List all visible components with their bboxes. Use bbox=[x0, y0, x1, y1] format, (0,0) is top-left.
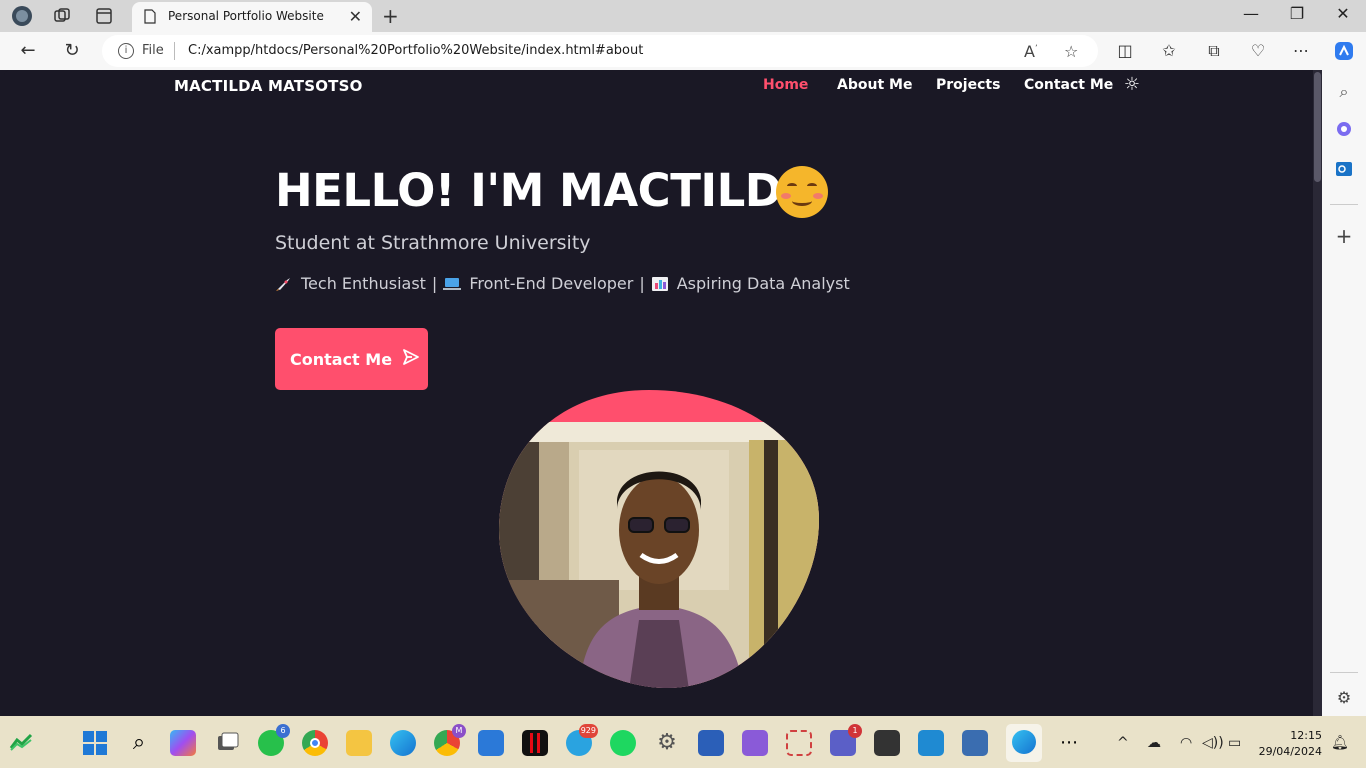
telegram-badge: 929 bbox=[578, 724, 598, 738]
clock-time[interactable]: 12:15 bbox=[1258, 729, 1322, 742]
notification-bell-icon[interactable]: 🔔︎ bbox=[1331, 735, 1349, 751]
nav-about[interactable]: About Me bbox=[837, 77, 912, 93]
hero-subtitle: Student at Strathmore University bbox=[275, 232, 591, 254]
word-icon[interactable] bbox=[698, 730, 724, 756]
stock-widget-icon[interactable] bbox=[9, 732, 35, 752]
whatsapp-badge: 6 bbox=[276, 724, 290, 738]
tools-icon[interactable] bbox=[1332, 120, 1356, 144]
file-explorer-icon[interactable] bbox=[346, 730, 372, 756]
collections-icon[interactable]: ⧉ bbox=[1202, 39, 1226, 63]
address-bar: ← ↻ i File C:/xampp/htdocs/Personal%20Po… bbox=[0, 32, 1322, 70]
sun-icon[interactable]: ☼ bbox=[1122, 75, 1142, 95]
divider bbox=[1330, 672, 1358, 673]
visual-studio-icon[interactable] bbox=[742, 730, 768, 756]
taskbar: ⌕ 6 M 929 ⚙ 1 ⋯ ^ ☁ ◠ ◁)) ▭ 12:15 29/04/… bbox=[0, 716, 1366, 768]
nav-projects[interactable]: Projects bbox=[936, 77, 1000, 93]
heart-pulse-icon[interactable]: ♡ bbox=[1246, 39, 1270, 63]
page-viewport: MACTILDA MATSOTSO Home About Me Projects… bbox=[4, 70, 1322, 716]
spotify-icon[interactable] bbox=[610, 730, 636, 756]
more-icon[interactable]: ⋯ bbox=[1289, 39, 1313, 63]
settings-icon[interactable]: ⚙ bbox=[654, 730, 680, 756]
minimize-icon[interactable]: — bbox=[1236, 4, 1266, 23]
rocket-icon bbox=[275, 276, 293, 292]
bar-chart-icon bbox=[651, 276, 669, 292]
wifi-icon[interactable]: ◠ bbox=[1180, 735, 1192, 751]
page-icon bbox=[144, 9, 156, 28]
add-icon[interactable]: + bbox=[1332, 224, 1356, 248]
profile-avatar-icon[interactable] bbox=[10, 4, 34, 28]
refresh-icon[interactable]: ↻ bbox=[60, 39, 84, 63]
hero-tags: Tech Enthusiast | Front-End Developer | … bbox=[275, 274, 850, 293]
contact-me-label: Contact Me bbox=[290, 349, 393, 369]
info-icon[interactable]: i bbox=[118, 43, 134, 59]
laptop-icon bbox=[443, 276, 462, 292]
tag-data-analyst: Aspiring Data Analyst bbox=[676, 274, 850, 293]
task-view-icon[interactable] bbox=[214, 730, 240, 756]
scheme-label: File bbox=[142, 43, 164, 58]
clock-date[interactable]: 29/04/2024 bbox=[1250, 745, 1322, 758]
copilot-pre-icon[interactable] bbox=[170, 730, 196, 756]
telegram-icon[interactable]: 929 bbox=[566, 724, 598, 756]
contact-me-button[interactable]: Contact Me bbox=[275, 328, 428, 390]
search-icon[interactable]: ⌕ bbox=[1332, 80, 1356, 104]
edge-icon[interactable] bbox=[390, 730, 416, 756]
profile-photo bbox=[499, 390, 819, 690]
unity-icon[interactable] bbox=[874, 730, 900, 756]
send-icon bbox=[402, 348, 420, 371]
more-apps-icon[interactable]: ⋯ bbox=[1056, 730, 1082, 756]
teams-badge: 1 bbox=[848, 724, 862, 738]
nav-home[interactable]: Home bbox=[763, 77, 808, 93]
copilot-icon[interactable] bbox=[1332, 40, 1356, 64]
volume-icon[interactable]: ◁)) bbox=[1202, 735, 1224, 751]
favorites-icon[interactable]: ✩ bbox=[1157, 39, 1181, 63]
page-scrollbar[interactable] bbox=[1313, 70, 1322, 716]
start-icon[interactable] bbox=[82, 730, 108, 756]
back-icon[interactable]: ← bbox=[16, 39, 40, 63]
split-screen-icon[interactable]: ◫ bbox=[1113, 39, 1137, 63]
vscode-icon[interactable] bbox=[918, 730, 944, 756]
netflix-icon[interactable] bbox=[522, 730, 548, 756]
workspaces-icon[interactable] bbox=[50, 4, 74, 28]
whatsapp-icon[interactable]: 6 bbox=[258, 724, 290, 756]
divider bbox=[174, 42, 175, 60]
read-aloud-icon[interactable]: Aʼ bbox=[1024, 42, 1038, 61]
chrome-profile-icon[interactable]: M bbox=[434, 724, 466, 756]
show-hidden-icons-icon[interactable]: ^ bbox=[1117, 735, 1129, 751]
vertical-tabs-icon[interactable] bbox=[92, 4, 116, 28]
tag-front-end-developer: Front-End Developer bbox=[469, 274, 634, 293]
tab-title: Personal Portfolio Website bbox=[168, 9, 324, 23]
site-logo[interactable]: MACTILDA MATSOTSO bbox=[174, 77, 363, 95]
nav-contact[interactable]: Contact Me bbox=[1024, 77, 1113, 93]
url-text[interactable]: C:/xampp/htdocs/Personal%20Portfolio%20W… bbox=[188, 43, 643, 58]
close-tab-icon[interactable]: ✕ bbox=[349, 7, 362, 26]
star-icon[interactable]: ☆ bbox=[1064, 42, 1078, 61]
browser-tab-bar: Personal Portfolio Website ✕ + — ❐ ✕ bbox=[0, 0, 1366, 32]
chrome-icon[interactable] bbox=[302, 730, 328, 756]
smiling-face-icon bbox=[776, 166, 828, 218]
teams-icon[interactable]: 1 bbox=[830, 724, 862, 756]
search-icon[interactable]: ⌕ bbox=[126, 730, 152, 756]
settings-icon[interactable]: ⚙ bbox=[1332, 686, 1356, 710]
restore-icon[interactable]: ❐ bbox=[1282, 4, 1312, 23]
hero-title: HELLO! I'M MACTILDA bbox=[275, 164, 816, 217]
close-window-icon[interactable]: ✕ bbox=[1328, 4, 1358, 23]
snipping-tool-icon[interactable] bbox=[786, 730, 812, 756]
edge-active-icon[interactable] bbox=[1006, 724, 1042, 762]
battery-icon[interactable]: ▭ bbox=[1228, 735, 1241, 751]
chrome-profile-badge: M bbox=[452, 724, 466, 738]
edge-sidebar: ⌕ + ⚙ bbox=[1322, 32, 1366, 716]
scroll-thumb[interactable] bbox=[1314, 72, 1321, 182]
microsoft-store-icon[interactable] bbox=[478, 730, 504, 756]
onedrive-icon[interactable]: ☁ bbox=[1147, 735, 1161, 751]
outlook-icon[interactable] bbox=[1332, 160, 1356, 184]
tag-tech-enthusiast: Tech Enthusiast bbox=[301, 274, 426, 293]
divider bbox=[1330, 204, 1358, 205]
virtualbox-icon[interactable] bbox=[962, 730, 988, 756]
active-tab[interactable]: Personal Portfolio Website ✕ bbox=[132, 2, 372, 32]
url-field[interactable]: i File C:/xampp/htdocs/Personal%20Portfo… bbox=[102, 35, 1098, 67]
new-tab-icon[interactable]: + bbox=[382, 4, 399, 28]
